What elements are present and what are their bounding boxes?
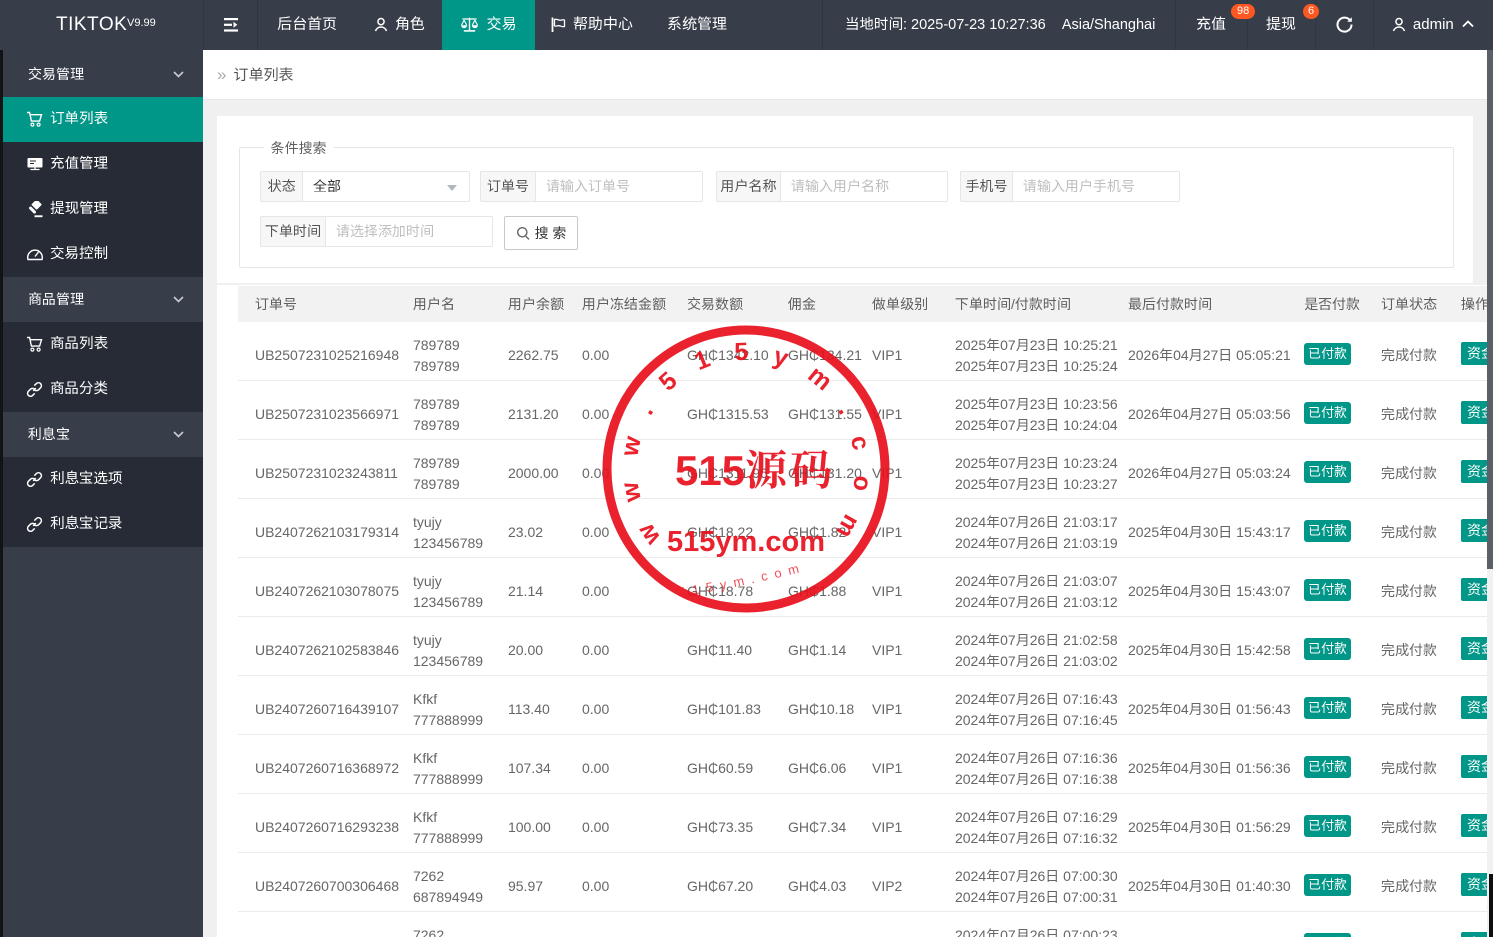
svg-text:515源码: 515源码 [675, 438, 835, 498]
svg-text:515ym.com: 515ym.com [677, 559, 807, 600]
svg-text:515ym.com: 515ym.com [667, 526, 825, 558]
